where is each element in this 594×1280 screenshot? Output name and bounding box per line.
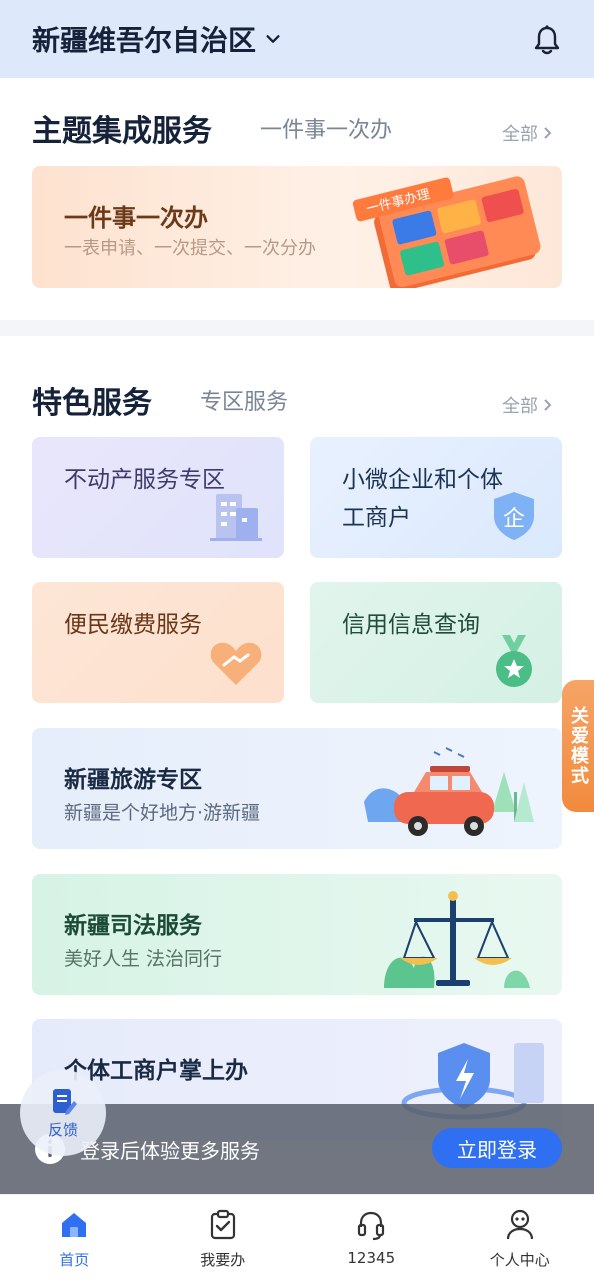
login-now-button[interactable]: 立即登录 [432,1128,562,1168]
home-icon [62,1213,87,1237]
region-label: 新疆维吾尔自治区 [32,24,257,57]
section-subtitle: 一件事一次办 [260,118,393,143]
scales-justice-illustration [384,891,530,988]
login-prompt-text: 登录后体验更多服务 [80,1138,260,1163]
more-label: 全部 [502,396,538,417]
tab-todo[interactable]: 我要办 [149,1195,298,1280]
tab-home[interactable]: 首页 [0,1195,149,1280]
feedback-label: 反馈 [47,1120,78,1139]
top-header: 新疆维吾尔自治区 [0,0,594,78]
shield-qi-icon: 企 [494,492,534,540]
chevron-right-icon [544,399,552,411]
handshake-heart-icon [210,642,262,685]
banner-title: 新疆司法服务 [64,913,202,939]
region-selector[interactable]: 新疆维吾尔自治区 [32,19,282,59]
care-mode-label: 关爱模式 [568,706,589,786]
tab-label: 首页 [59,1251,90,1269]
shield-text: 企 [503,507,525,532]
tab-label: 个人中心 [489,1251,550,1269]
bottom-tab-bar: 首页 我要办 12345 个人中心 [0,1194,594,1280]
card-small-business[interactable]: 小微企业和个体工商户 企 [310,437,562,558]
more-link[interactable]: 全部 [502,392,554,418]
banner-desc: 美好人生 法治同行 [64,948,223,970]
banner-desc: 新疆是个好地方·游新疆 [64,802,261,824]
tab-label: 12345 [347,1249,396,1267]
tab-profile[interactable]: 个人中心 [446,1195,594,1280]
chevron-right-icon [544,127,552,139]
medal-star-icon [496,635,532,687]
chevron-down-icon [266,35,280,43]
banner-judicial[interactable]: 新疆司法服务 美好人生 法治同行 [32,874,562,995]
clipboard-check-icon [210,1209,235,1240]
theme-service-section: 主题集成服务 一件事一次办 全部 一件事一次办 一表申请、一次提交、一次分办 一… [0,78,594,320]
card-credit-info[interactable]: 信用信息查询 [310,582,562,703]
car-travel-illustration [364,747,534,836]
card-convenient-payment[interactable]: 便民缴费服务 [32,582,284,703]
feature-service-section: 特色服务 专区服务 全部 不动产服务专区 小微企业和个体工商户 企 便民缴费服务 [0,336,594,1196]
one-thing-banner[interactable]: 一件事一次办 一表申请、一次提交、一次分办 一件事办理 [32,166,562,288]
section-title: 特色服务 [32,386,152,421]
section-title: 主题集成服务 [32,114,212,149]
banner-title: 新疆旅游专区 [64,767,202,793]
section-divider [0,320,594,336]
building-icon [210,494,262,541]
card-real-estate[interactable]: 不动产服务专区 [32,437,284,558]
edit-document-icon [53,1088,77,1115]
banner-tourism[interactable]: 新疆旅游专区 新疆是个好地方·游新疆 [32,728,562,849]
banner-title: 一件事一次办 [64,204,208,232]
tab-12345[interactable]: 12345 [297,1195,446,1280]
care-mode-tab[interactable]: 关爱模式 [562,680,594,812]
more-link[interactable]: 全部 [502,120,554,146]
tab-label: 我要办 [200,1251,246,1269]
more-label: 全部 [502,124,538,145]
user-icon [506,1209,533,1240]
banner-desc: 一表申请、一次提交、一次分办 [64,238,316,259]
feedback-button[interactable]: 反馈 [20,1070,106,1156]
bell-icon[interactable] [532,24,562,56]
section-subtitle: 专区服务 [200,390,289,415]
headset-icon [358,1211,385,1241]
one-thing-illustration: 一件事办理 [352,176,541,288]
